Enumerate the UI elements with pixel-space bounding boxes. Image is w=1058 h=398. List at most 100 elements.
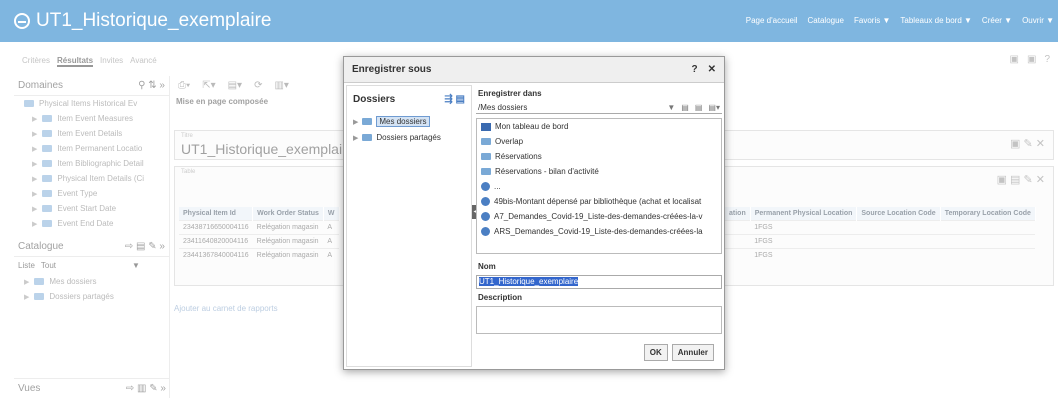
folder-icon	[42, 130, 53, 137]
expand-icon[interactable]: ▶	[353, 118, 358, 126]
catalogue-tools-icon[interactable]: ⇨ ▤ ✎ »	[125, 241, 165, 252]
tree-item[interactable]: ▶ Item Event Details	[14, 126, 169, 141]
list-item[interactable]: A7_Demandes_Covid-19_Liste-des-demandes-…	[477, 209, 721, 224]
list-item[interactable]: Overlap	[477, 134, 721, 149]
folder-icon	[34, 293, 45, 300]
chevron-down-icon[interactable]: ▼	[667, 103, 675, 112]
nav-home[interactable]: Page d'accueil	[746, 16, 798, 25]
expand-icon[interactable]: ▶	[353, 134, 358, 142]
name-label: Nom	[478, 262, 496, 271]
cell: 23438716650004116	[179, 220, 253, 235]
tree-item[interactable]: ▶ Physical Item Details (Ci	[14, 171, 169, 186]
dialog-buttons: OK Annuler	[643, 344, 714, 361]
col-header[interactable]: ation	[725, 207, 751, 221]
col-header[interactable]: Permanent Physical Location	[750, 207, 858, 221]
expand-icon[interactable]: ▶	[32, 115, 37, 123]
add-to-briefing-link[interactable]: Ajouter au carnet de rapports	[174, 304, 278, 313]
cell: 1FGS	[750, 234, 857, 249]
cell: A	[323, 248, 339, 262]
col-header[interactable]: Temporary Location Code	[940, 207, 1036, 221]
list-item[interactable]: ...	[477, 179, 721, 194]
folder-dossiers-partages[interactable]: ▶ Dossiers partagés	[347, 130, 471, 145]
format-icon[interactable]: ▤▾	[228, 80, 242, 91]
cancel-button[interactable]: Annuler	[671, 344, 714, 361]
liste-row: Liste Tout ▼	[14, 257, 169, 274]
nav-tableaux[interactable]: Tableaux de bord ▼	[900, 16, 972, 25]
save-icon[interactable]: ▣	[1010, 54, 1019, 65]
nav-creer[interactable]: Créer ▼	[982, 16, 1012, 25]
col-header[interactable]: Physical Item Id	[179, 207, 254, 221]
list-item[interactable]: Réservations	[477, 149, 721, 164]
new-folder-icon[interactable]: ▤	[695, 103, 703, 112]
col-header[interactable]: W	[323, 207, 340, 221]
page-title: UT1_Historique_exemplaire	[14, 10, 272, 32]
expand-icon[interactable]: ▶	[32, 205, 37, 213]
table-actions-icon[interactable]: ▣ ▤ ✎ ✕	[997, 173, 1045, 186]
chevron-down-icon[interactable]: ▼	[132, 261, 140, 270]
description-input[interactable]	[476, 306, 722, 334]
folder-mes-dossiers[interactable]: ▶ Mes dossiers	[347, 113, 471, 130]
nav-catalogue[interactable]: Catalogue	[808, 16, 844, 25]
tab-resultats[interactable]: Résultats	[57, 56, 94, 67]
list-item[interactable]: 49bis-Montant dépensé par bibliothèque (…	[477, 194, 721, 209]
col-header[interactable]: Source Location Code	[856, 207, 941, 221]
tree-item[interactable]: ▶ Item Bibliographic Detail	[14, 156, 169, 171]
catalogue-tree: ▶ Mes dossiers ▶ Dossiers partagés	[14, 274, 169, 304]
expand-icon[interactable]: ▶	[24, 278, 29, 286]
liste-select[interactable]: Tout	[41, 261, 56, 270]
save-as-icon[interactable]: ▣	[1027, 54, 1036, 65]
analysis-icon	[481, 182, 490, 191]
help-icon[interactable]: ?	[692, 64, 698, 75]
analysis-icon	[481, 212, 490, 221]
name-input[interactable]: UT1_Historique_exemplaire	[476, 275, 722, 289]
close-icon[interactable]: ✕	[708, 64, 716, 75]
vues-tools-icon[interactable]: ⇨ ▥ ✎ »	[126, 383, 166, 394]
expand-icon[interactable]: ▶	[32, 160, 37, 168]
export-icon[interactable]: ⇱▾	[202, 80, 215, 91]
tree-item-label: Event End Date	[57, 219, 114, 228]
path-select[interactable]: /Mes dossiers ▼ ▤ ▤ ▤▾	[476, 102, 722, 114]
catalogue-title: Catalogue	[18, 241, 64, 252]
list-item[interactable]: Réservations - bilan d'activité	[477, 164, 721, 179]
col-header[interactable]: Work Order Status	[252, 207, 324, 221]
tree-item[interactable]: ▶ Item Event Measures	[14, 111, 169, 126]
tab-avance[interactable]: Avancé	[130, 56, 157, 67]
expand-icon[interactable]: ▶	[32, 220, 37, 228]
folder-tree-tools-icon[interactable]: ⇶ ▤	[444, 94, 465, 105]
path-tools: ▼ ▤ ▤ ▤▾	[667, 103, 720, 112]
up-folder-icon[interactable]: ▤	[681, 103, 689, 112]
expand-icon[interactable]: ▶	[32, 175, 37, 183]
help-icon[interactable]: ?	[1044, 54, 1050, 65]
tree-item[interactable]: ▶ Event End Date	[14, 216, 169, 231]
tree-item[interactable]: ▶ Dossiers partagés	[14, 289, 169, 304]
dashboard-icon	[481, 122, 491, 131]
print-icon[interactable]: ⎙▾	[178, 80, 190, 91]
cell: A	[323, 220, 339, 235]
view-options-icon[interactable]: ▤▾	[708, 103, 720, 112]
tree-item-label: Event Type	[57, 189, 98, 198]
expand-icon[interactable]: ▶	[32, 190, 37, 198]
nav-ouvrir[interactable]: Ouvrir ▼	[1022, 16, 1054, 25]
tree-item[interactable]: ▶ Mes dossiers	[14, 274, 169, 289]
refresh-icon[interactable]: ⟳	[254, 80, 262, 91]
tree-item[interactable]: ▶ Event Start Date	[14, 201, 169, 216]
chart-icon[interactable]: ▥▾	[274, 80, 288, 91]
expand-icon[interactable]: ▶	[24, 293, 29, 301]
nav-favoris[interactable]: Favoris ▼	[854, 16, 890, 25]
expand-icon[interactable]: ▶	[32, 145, 37, 153]
domains-tools-icon[interactable]: ⚲ ⇅ »	[138, 80, 165, 91]
tree-item[interactable]: ▶ Item Permanent Locatio	[14, 141, 169, 156]
tree-item[interactable]: Physical Items Historical Ev	[14, 96, 169, 111]
view-actions-icon[interactable]: ▣ ✎ ✕	[1010, 137, 1045, 150]
folder-icon	[24, 100, 34, 107]
tab-criteres[interactable]: Critères	[22, 56, 50, 67]
tab-invites[interactable]: Invites	[100, 56, 123, 67]
tree-item[interactable]: ▶ Event Type	[14, 186, 169, 201]
tree-item-label: Mes dossiers	[49, 277, 97, 286]
ok-button[interactable]: OK	[643, 344, 668, 361]
list-item[interactable]: ARS_Demandes_Covid-19_Liste-des-demandes…	[477, 224, 721, 239]
app-logo-icon	[14, 13, 30, 29]
expand-icon[interactable]: ▶	[32, 130, 37, 138]
list-item[interactable]: Mon tableau de bord	[477, 119, 721, 134]
liste-label: Liste	[18, 261, 35, 270]
